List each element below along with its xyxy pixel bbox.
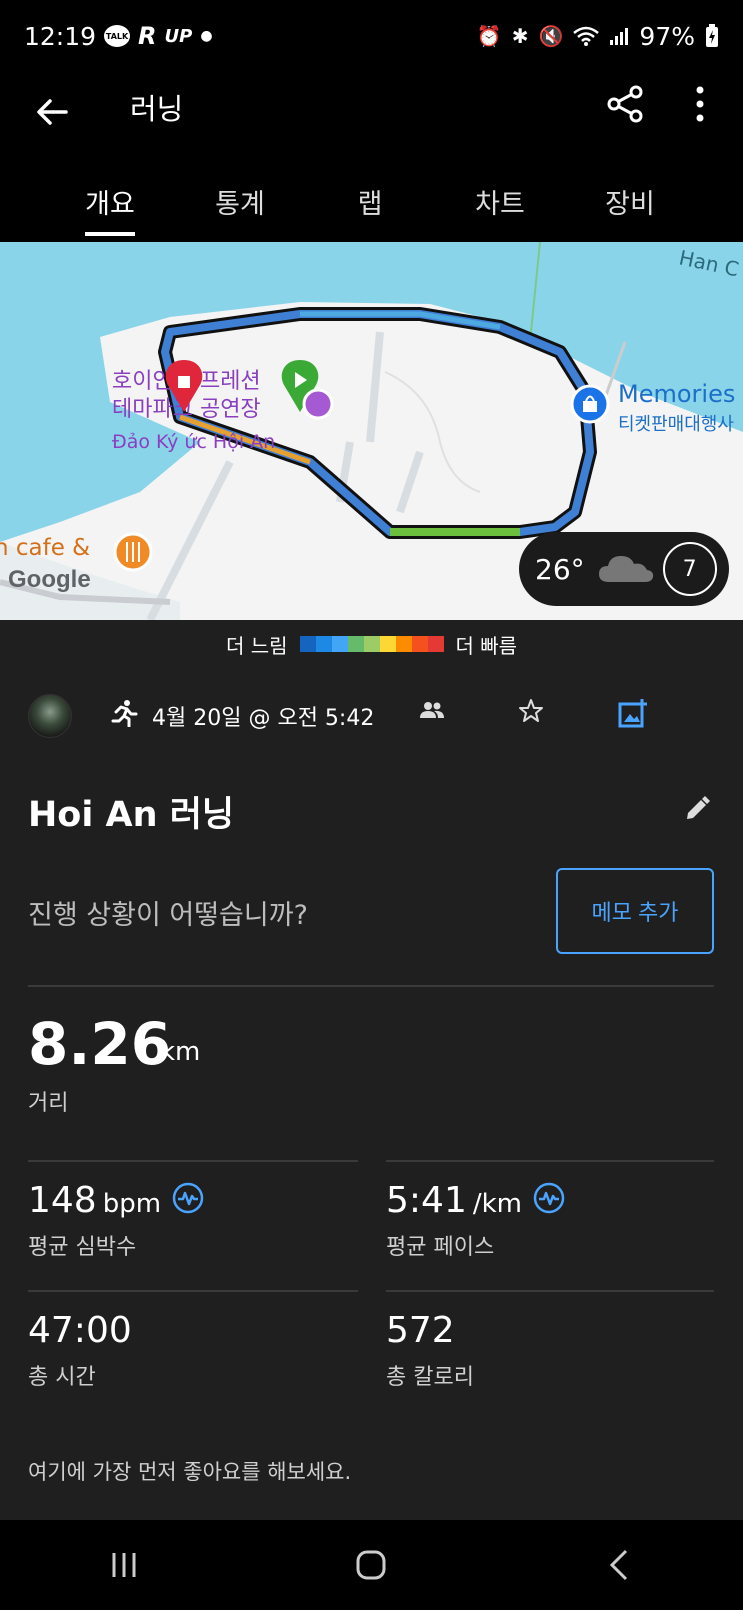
- legend-color-segment: [363, 636, 380, 652]
- legend-color-segment: [331, 636, 348, 652]
- tab-charts[interactable]: 차트: [435, 170, 565, 242]
- cloud-icon: [597, 550, 655, 588]
- tab-overview[interactable]: 개요: [45, 170, 175, 242]
- tab-laps[interactable]: 랩: [305, 170, 435, 242]
- like-prompt[interactable]: 여기에 가장 먼저 좋아요를 해보세요.: [28, 1456, 351, 1486]
- legend-color-segment: [347, 636, 364, 652]
- pace-unit: /km: [472, 1189, 522, 1219]
- favorite-star-icon[interactable]: [518, 698, 544, 731]
- map-label-ticket: 티켓판매대행사: [618, 414, 734, 435]
- divider: [28, 1160, 358, 1162]
- battery-percent: 97%: [639, 21, 695, 51]
- poi-restaurant-icon: [113, 532, 153, 572]
- route-map[interactable]: 호이안 임프레션 테마파크 공연장 Đảo Ký ức Hội An Memor…: [0, 242, 743, 620]
- activity-meta-row: 4월 20일 @ 오전 5:42: [28, 692, 718, 740]
- weather-badge: 26° 7: [519, 532, 729, 606]
- status-bar: 12:19 TALK R UP ● ⏰ ✱ 🔇 97%: [0, 0, 743, 72]
- pace-pulse-icon[interactable]: [533, 1182, 565, 1218]
- google-logo: Google: [8, 566, 91, 593]
- heart-rate-unit: bpm: [102, 1189, 162, 1219]
- activity-date: 4월 20일 @ 오전 5:42: [152, 706, 375, 731]
- pace-label: 평균 페이스: [386, 1235, 495, 1260]
- arrow-left-icon: [37, 99, 68, 125]
- notification-dot-icon: ●: [200, 28, 213, 44]
- chevron-left-icon: [610, 1549, 628, 1581]
- heart-rate-pulse-icon[interactable]: [172, 1182, 204, 1218]
- add-photo-icon: [618, 699, 647, 728]
- calories-value: 572: [386, 1310, 455, 1351]
- system-back-button[interactable]: [589, 1535, 649, 1595]
- legend-color-segment: [299, 636, 316, 652]
- share-button[interactable]: [605, 84, 649, 128]
- wifi-icon: [573, 26, 600, 46]
- pace-value: 5:41: [386, 1180, 467, 1221]
- app-bar: 러닝: [0, 72, 743, 182]
- map-label-corner: Han C: [677, 245, 741, 281]
- tab-bar: 개요 통계 랩 차트 장비: [0, 170, 743, 242]
- people-icon[interactable]: [420, 700, 444, 725]
- calories-stat: 572 총 칼로리: [386, 1310, 716, 1391]
- tab-stats[interactable]: 통계: [175, 170, 305, 242]
- legend-color-segment: [315, 636, 332, 652]
- share-icon: [607, 85, 643, 123]
- legend-color-segment: [379, 636, 396, 652]
- legend-color-segment: [395, 636, 412, 652]
- map-label-park-vi: Đảo Ký ức Hội An: [112, 431, 275, 453]
- heart-rate-stat: 148 bpm 평균 심박수: [28, 1180, 358, 1261]
- legend-color-segment: [427, 636, 444, 652]
- weather-temperature: 26°: [535, 552, 585, 586]
- avatar[interactable]: [28, 694, 72, 738]
- home-icon: [356, 1550, 386, 1580]
- pencil-icon: [687, 796, 710, 819]
- activity-title: Hoi An 러닝: [28, 795, 235, 835]
- back-button[interactable]: [30, 90, 74, 134]
- heart-rate-value: 148: [28, 1180, 97, 1221]
- mute-icon: 🔇: [538, 24, 564, 48]
- wind-speed-indicator: 7: [662, 542, 717, 596]
- divider: [386, 1290, 714, 1292]
- total-time-value: 47:00: [28, 1310, 132, 1351]
- alarm-icon: ⏰: [476, 24, 502, 48]
- divider: [28, 985, 714, 987]
- system-nav-bar: [0, 1520, 743, 1610]
- add-memo-button[interactable]: 메모 추가: [556, 868, 714, 954]
- total-time-stat: 47:00 총 시간: [28, 1310, 358, 1391]
- map-label-memories: Memories: [618, 380, 735, 408]
- poi-purple-icon: [302, 388, 334, 420]
- signal-icon: [609, 26, 629, 46]
- legend-color-segment: [411, 636, 428, 652]
- home-button[interactable]: [341, 1535, 401, 1595]
- distance-unit: km: [160, 1037, 201, 1067]
- recent-apps-button[interactable]: [94, 1535, 154, 1595]
- running-icon: [110, 699, 138, 734]
- up-app-icon: UP: [164, 25, 193, 47]
- add-photo-button[interactable]: [618, 698, 648, 732]
- more-options-button[interactable]: [685, 84, 715, 128]
- r-app-icon: R: [138, 22, 157, 50]
- battery-charging-icon: [705, 24, 719, 48]
- divider: [28, 1290, 358, 1292]
- clock: 12:19: [24, 21, 97, 51]
- distance-label: 거리: [28, 1091, 69, 1116]
- pace-stat: 5:41/km 평균 페이스: [386, 1180, 716, 1261]
- poi-bag-icon: [570, 384, 610, 424]
- legend-fast-label: 더 빠름: [455, 633, 518, 658]
- progress-prompt: 진행 상황이 어떻습니까?: [28, 900, 308, 931]
- bluetooth-icon: ✱: [511, 24, 529, 48]
- divider: [386, 1160, 714, 1162]
- more-vert-icon: [696, 86, 704, 122]
- page-title: 러닝: [130, 92, 184, 126]
- recent-apps-icon: [112, 1553, 136, 1577]
- kakaotalk-icon: TALK: [104, 25, 131, 47]
- map-label-cafe: h cafe &: [0, 535, 90, 561]
- heart-rate-label: 평균 심박수: [28, 1235, 137, 1260]
- pace-color-bar: [299, 636, 444, 652]
- distance-value: 8.26: [28, 1010, 172, 1078]
- pace-legend: 더 느림 더 빠름: [0, 628, 743, 660]
- legend-slow-label: 더 느림: [225, 633, 288, 658]
- total-time-label: 총 시간: [28, 1365, 96, 1390]
- calories-label: 총 칼로리: [386, 1365, 474, 1390]
- edit-title-button[interactable]: [684, 796, 710, 826]
- tab-gear[interactable]: 장비: [565, 170, 695, 242]
